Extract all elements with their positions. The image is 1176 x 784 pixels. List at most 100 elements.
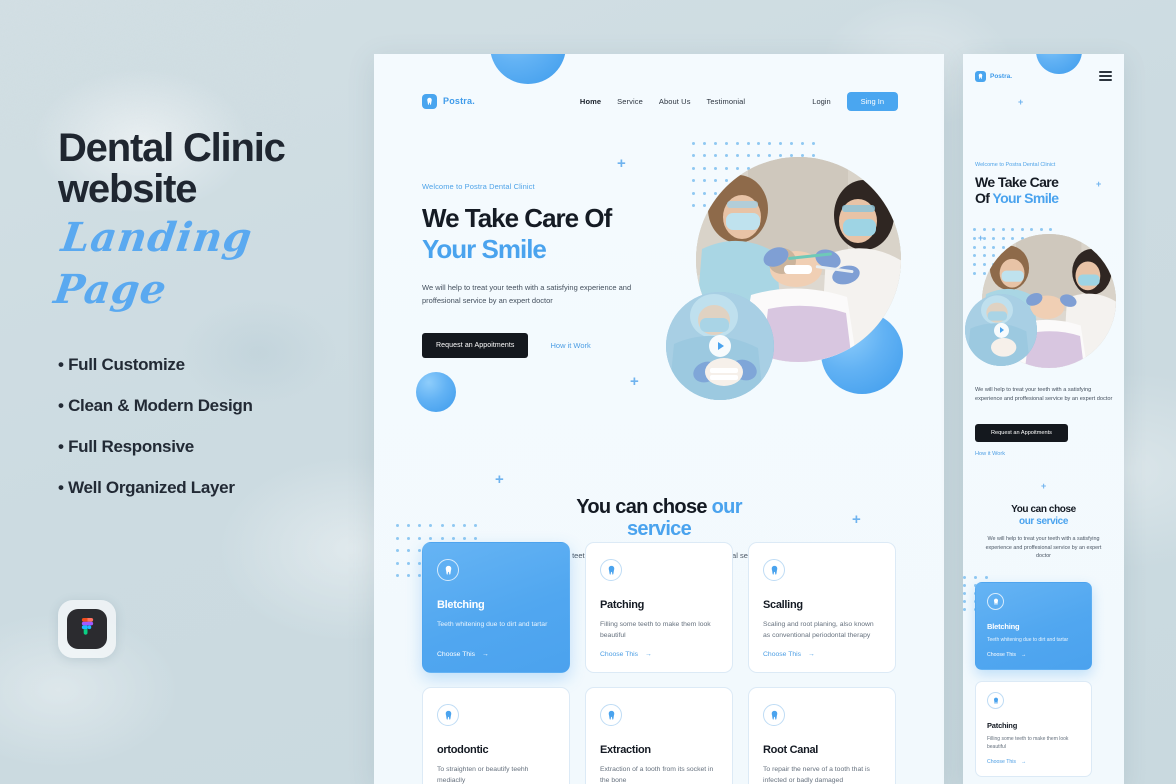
hamburger-menu-icon[interactable] (1099, 71, 1112, 81)
tooth-icon (987, 593, 1004, 610)
mobile-mockup: + + + + Postra. Welcome to Postra Dental… (963, 54, 1124, 784)
mobile-request-appointment-button[interactable]: Request an Appoitments (975, 424, 1068, 442)
service-card[interactable]: Root Canal To repair the nerve of a toot… (748, 687, 896, 784)
mobile-brand-logo[interactable]: Postra. (975, 70, 1013, 82)
service-card[interactable]: Patching Filling some teeth to make them… (585, 542, 733, 673)
arrow-right-icon: → (482, 651, 489, 658)
play-icon[interactable] (709, 335, 731, 357)
decor-sphere-top (490, 54, 566, 84)
promo-title-line1: Dental Clinic (58, 126, 286, 170)
service-card-title: Extraction (600, 744, 651, 756)
mobile-service-cards: Bletching Teeth whitening due to dirt an… (975, 582, 1112, 784)
feature-list: • Full Customize • Clean & Modern Design… (58, 355, 398, 519)
decor-plus: + (1018, 97, 1024, 107)
mobile-choose-this-link[interactable]: Choose This → (987, 759, 1080, 765)
service-card-desc: To repair the nerve of a tooth that is i… (763, 766, 870, 784)
nav-links: Home Service About Us Testimonial (580, 97, 745, 106)
mobile-hero-paragraph: We will help to treat your teeth with a … (975, 387, 1113, 402)
site-navbar: Postra. Home Service About Us Testimonia… (374, 86, 944, 116)
decor-plus: + (495, 471, 504, 488)
service-card-desc: Scaling and root planing, also known as … (763, 621, 874, 639)
mobile-service-card-title: Patching (987, 721, 1018, 730)
services-heading-accent1: our (711, 496, 743, 518)
mobile-navbar: Postra. (963, 66, 1124, 86)
service-card-title: Scalling (763, 599, 803, 611)
service-card[interactable]: Bletching Teeth whitening due to dirt an… (422, 542, 570, 673)
promo-panel: Dental Clinic website Landing Page (51, 126, 358, 316)
promo-title-line2: website (58, 167, 198, 211)
tooth-icon (987, 692, 1004, 709)
hero-eyebrow: Welcome to Postra Dental Clinict (422, 182, 535, 191)
services-heading-part1: You can chose (576, 496, 712, 518)
login-link[interactable]: Login (812, 97, 830, 106)
service-cards: Bletching Teeth whitening due to dirt an… (422, 542, 897, 784)
tooth-icon (975, 70, 986, 82)
how-it-work-link[interactable]: How it Work (550, 341, 590, 350)
hero-photo-secondary (666, 292, 774, 400)
hero-cta-group: Request an Appoitments How it Work (422, 333, 672, 358)
mobile-services-heading-part1: You can chose (1011, 504, 1076, 515)
mobile-hero-heading: We Take Care Of Your Smile (975, 174, 1115, 206)
mobile-service-card-desc: Teeth whitening due to dirt and tartar (987, 637, 1069, 643)
service-card-title: ortodontic (437, 744, 489, 756)
mobile-service-card-desc: Filling some teeth to make them look bea… (987, 736, 1069, 750)
tooth-icon (600, 559, 622, 581)
mobile-services-heading-block: You can chose our service We will help t… (963, 504, 1124, 561)
nav-actions: Login Sing In (812, 91, 898, 111)
feature-item: • Clean & Modern Design (58, 396, 253, 415)
hero-heading-line1: We Take Care Of (422, 203, 612, 233)
hero-content: Welcome to Postra Dental Clinict We Take… (422, 182, 672, 358)
decor-sphere-small (416, 372, 456, 412)
mobile-choose-this-link[interactable]: Choose This → (987, 652, 1080, 658)
desktop-mockup: + + + + Postra. Home Service About Us Te… (374, 54, 944, 784)
sign-in-button[interactable]: Sing In (846, 91, 898, 111)
mobile-hero-photo-secondary (965, 294, 1037, 366)
mobile-brand-name: Postra. (990, 72, 1013, 80)
arrow-right-icon: → (808, 651, 815, 658)
mobile-service-card[interactable]: Patching Filling some teeth to make them… (975, 681, 1092, 777)
tooth-icon (763, 704, 785, 726)
service-card-row: Bletching Teeth whitening due to dirt an… (422, 542, 897, 673)
mobile-services-subtitle: We will help to treat your teeth with a … (985, 536, 1102, 559)
choose-this-label: Choose This (437, 651, 476, 658)
hero-paragraph: We will help to treat your teeth with a … (422, 283, 632, 305)
tooth-icon (437, 559, 459, 581)
feature-item: • Full Customize (58, 355, 185, 374)
figma-badge (58, 600, 116, 658)
arrow-right-icon: → (645, 651, 652, 658)
feature-item: • Well Organized Layer (58, 478, 235, 497)
promo-script-line: Landing Page (51, 214, 256, 313)
decor-plus: + (617, 155, 626, 172)
figma-icon (67, 609, 107, 649)
nav-link-testimonial[interactable]: Testimonial (707, 97, 746, 106)
mobile-hero-eyebrow: Welcome to Postra Dental Clinict (975, 162, 1056, 168)
choose-this-label: Choose This (600, 651, 639, 658)
request-appointment-button[interactable]: Request an Appoitments (422, 333, 529, 358)
mobile-service-card[interactable]: Bletching Teeth whitening due to dirt an… (975, 582, 1092, 670)
service-card-desc: Extraction of a tooth from its socket in… (600, 766, 714, 784)
service-card[interactable]: ortodontic To straighten or beautify tee… (422, 687, 570, 784)
nav-link-about-us[interactable]: About Us (659, 97, 691, 106)
mobile-how-it-work-link[interactable]: How it Work (975, 451, 1005, 457)
mobile-services-heading: You can chose our service (963, 504, 1124, 528)
choose-this-link[interactable]: Choose This → (763, 651, 881, 658)
mobile-hero-heading-line2b: Your Smile (992, 190, 1059, 206)
brand-logo[interactable]: Postra. (422, 93, 475, 109)
mobile-service-card-title: Bletching (987, 622, 1020, 631)
nav-link-service[interactable]: Service (617, 97, 643, 106)
hero-heading-line2: Your Smile (422, 234, 547, 264)
choose-this-label: Choose This (987, 652, 1017, 658)
play-icon[interactable] (993, 322, 1009, 338)
service-card-title: Patching (600, 599, 645, 611)
choose-this-link[interactable]: Choose This → (437, 651, 555, 658)
service-card-desc: Teeth whitening due to dirt and tartar (437, 621, 548, 628)
nav-link-home[interactable]: Home (580, 97, 601, 106)
brand-name: Postra. (443, 96, 475, 106)
service-card-title: Root Canal (763, 744, 819, 756)
service-card[interactable]: Extraction Extraction of a tooth from it… (585, 687, 733, 784)
choose-this-label: Choose This (763, 651, 802, 658)
service-card-desc: Filling some teeth to make them look bea… (600, 621, 711, 639)
choose-this-link[interactable]: Choose This → (600, 651, 718, 658)
decor-plus: + (1041, 481, 1047, 491)
service-card[interactable]: Scalling Scaling and root planing, also … (748, 542, 896, 673)
